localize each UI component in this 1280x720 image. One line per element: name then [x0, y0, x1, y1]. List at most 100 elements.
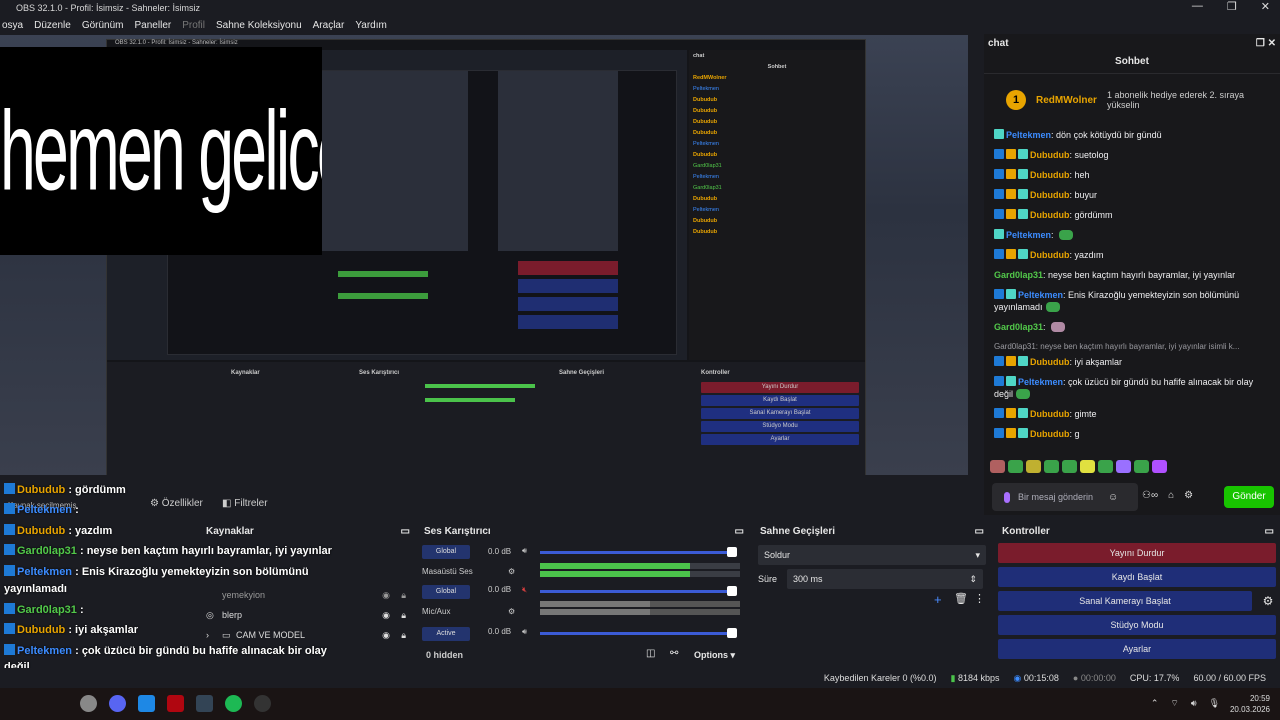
- start-recording-button[interactable]: Kaydı Başlat: [998, 567, 1276, 587]
- menu-edit[interactable]: Düzenle: [34, 20, 71, 31]
- volume-slider[interactable]: [540, 547, 737, 557]
- overlay-text: iyi akşamlar: [75, 624, 139, 636]
- properties-button[interactable]: ⚙ Özellikler: [150, 498, 203, 509]
- source-item[interactable]: ◎ blerp ◉ 🔒︎: [200, 605, 416, 625]
- dock-float-icon[interactable]: ▭: [735, 526, 744, 537]
- menu-view[interactable]: Görünüm: [82, 20, 124, 31]
- track-db: 0.0 dB: [488, 585, 512, 594]
- chat-text: heh: [1074, 170, 1090, 180]
- chat-username[interactable]: Peltekmen: [1018, 290, 1063, 300]
- stop-stream-button[interactable]: Yayını Durdur: [998, 543, 1276, 563]
- lock-icon[interactable]: 🔒︎: [401, 590, 406, 601]
- spotify-icon[interactable]: [225, 695, 242, 712]
- dock-controls[interactable]: ❐ ✕: [1256, 38, 1276, 49]
- chat-badge-icon: [1018, 408, 1028, 418]
- mic-icon: [1004, 491, 1010, 503]
- layout-icon[interactable]: ◫: [646, 648, 655, 659]
- options-button[interactable]: Options ▾: [694, 650, 735, 661]
- chat-username[interactable]: Peltekmen: [1006, 230, 1051, 240]
- menu-tools[interactable]: Araçlar: [313, 20, 345, 31]
- transition-select[interactable]: Soldur ▾: [758, 545, 986, 565]
- speaker-muted-icon[interactable]: 🔇︎: [522, 585, 527, 595]
- lock-icon[interactable]: 🔒︎: [401, 610, 406, 621]
- chat-username[interactable]: Dubudub: [1030, 190, 1070, 200]
- menu-profile[interactable]: Profil: [182, 20, 205, 31]
- menu-scene-collection[interactable]: Sahne Koleksiyonu: [216, 20, 302, 31]
- add-icon[interactable]: +: [934, 592, 942, 607]
- filters-button[interactable]: ◧ Filtreler: [222, 498, 268, 509]
- eye-icon[interactable]: ◉: [382, 610, 390, 621]
- chat-username[interactable]: Dubudub: [1030, 170, 1070, 180]
- speaker-icon[interactable]: 🔊︎: [1191, 698, 1197, 709]
- steam-icon[interactable]: [196, 695, 213, 712]
- source-item[interactable]: yemekyion ◉ 🔒︎: [200, 585, 416, 605]
- chevron-up-icon[interactable]: ⌃: [1151, 698, 1159, 709]
- emoji-icon[interactable]: ☺: [1108, 492, 1118, 503]
- close-icon[interactable]: ✕: [1261, 0, 1270, 13]
- chat-message-list: Peltekmen: dön çok kötüydü bir gündü Dubu…: [984, 129, 1280, 440]
- chat-username[interactable]: Dubudub: [1030, 210, 1070, 220]
- chat-username[interactable]: Gard0lap31: [994, 270, 1043, 280]
- eye-icon[interactable]: ◉: [382, 590, 390, 601]
- chat-username[interactable]: Dubudub: [1030, 357, 1070, 367]
- settings-icon[interactable]: ⚙: [508, 567, 515, 576]
- chat-username[interactable]: Peltekmen: [1018, 377, 1063, 387]
- duration-input[interactable]: 300 ms ⇕: [787, 569, 984, 589]
- discord-icon[interactable]: [109, 695, 126, 712]
- send-button[interactable]: Gönder: [1224, 486, 1274, 508]
- netflix-icon[interactable]: [167, 695, 184, 712]
- gear-icon[interactable]: ⚙: [1184, 490, 1193, 501]
- chat-username[interactable]: Dubudub: [1030, 429, 1070, 439]
- overlay-chat-line: Dubudub : gördümm: [4, 483, 126, 496]
- dock-float-icon[interactable]: ▭: [401, 526, 410, 537]
- chat-badge-icon: [1006, 356, 1016, 366]
- volume-slider[interactable]: [540, 628, 737, 638]
- source-folder[interactable]: › ▭ CAM VE MODEL ◉ 🔒︎: [200, 625, 416, 645]
- taskbar: ⌃ ⌔ 🔊︎ 🎙︎ 20:59 20.03.2026: [0, 688, 1280, 720]
- trash-icon[interactable]: 🗑︎: [954, 592, 968, 605]
- dock-float-icon[interactable]: ▭: [975, 526, 984, 537]
- studio-mode-button[interactable]: Stüdyo Modu: [998, 615, 1276, 635]
- dock-float-icon[interactable]: ▭: [1265, 526, 1274, 537]
- maximize-icon[interactable]: ❐: [1227, 0, 1237, 13]
- volume-slider[interactable]: [540, 586, 737, 596]
- track-mode-button[interactable]: Global: [422, 585, 470, 599]
- gift-icon[interactable]: ⌂: [1168, 490, 1174, 501]
- link-icon[interactable]: ⚯: [670, 648, 678, 659]
- cpu-usage: CPU: 17.7%: [1129, 673, 1180, 683]
- start-virtual-cam-button[interactable]: Sanal Kamerayı Başlat: [998, 591, 1252, 611]
- chat-input[interactable]: Bir mesaj gönderin ☺: [992, 483, 1138, 511]
- obs-icon[interactable]: [254, 695, 271, 712]
- channel-points-icon[interactable]: ⚇∞: [1142, 490, 1158, 501]
- settings-button[interactable]: Ayarlar: [998, 639, 1276, 659]
- vscode-icon[interactable]: [138, 695, 155, 712]
- chat-username[interactable]: Dubudub: [1030, 250, 1070, 260]
- pinned-message[interactable]: 1 RedMWolner 1 abonelik hediye ederek 2.…: [984, 74, 1280, 126]
- wifi-icon[interactable]: ⌔: [1170, 698, 1178, 709]
- sources-title: Kaynaklar: [206, 526, 254, 537]
- chat-username[interactable]: Gard0lap31: [994, 322, 1043, 332]
- speaker-icon[interactable]: 🔊︎: [522, 627, 527, 637]
- chrome-icon[interactable]: [80, 695, 97, 712]
- track-mode-button[interactable]: Active: [422, 627, 470, 641]
- chat-username[interactable]: Dubudub: [1030, 409, 1070, 419]
- clock[interactable]: 20:59 20.03.2026: [1230, 693, 1270, 715]
- chevron-right-icon[interactable]: ›: [206, 630, 222, 640]
- settings-icon[interactable]: ⚙: [508, 607, 515, 616]
- lock-icon[interactable]: 🔒︎: [401, 630, 406, 641]
- eye-icon[interactable]: ◉: [382, 630, 390, 641]
- menu-help[interactable]: Yardım: [355, 20, 387, 31]
- minimize-icon[interactable]: —: [1192, 0, 1203, 13]
- emote-bar[interactable]: [990, 460, 1167, 473]
- track-mode-button[interactable]: Global: [422, 545, 470, 559]
- chat-badge-icon: [994, 189, 1004, 199]
- mic-icon[interactable]: 🎙︎: [1209, 698, 1220, 709]
- chat-badge-icon: [994, 428, 1004, 438]
- chat-username[interactable]: Dubudub: [1030, 150, 1070, 160]
- more-icon[interactable]: ⋮: [974, 592, 985, 605]
- gear-icon[interactable]: ⚙: [1256, 591, 1280, 615]
- menu-file[interactable]: osya: [2, 20, 23, 31]
- speaker-icon[interactable]: 🔊︎: [522, 546, 527, 556]
- chat-username[interactable]: Peltekmen: [1006, 130, 1051, 140]
- menu-docks[interactable]: Paneller: [135, 20, 172, 31]
